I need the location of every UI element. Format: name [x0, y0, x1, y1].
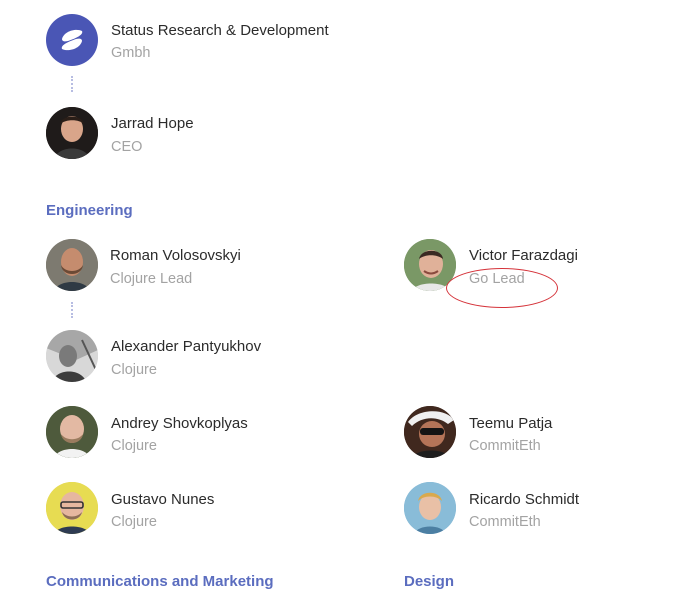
person-role: Clojure Lead [110, 271, 193, 287]
hierarchy-connector [71, 76, 73, 92]
avatar-alexander-pantyukhov[interactable] [46, 330, 98, 382]
section-title-communications: Communications and Marketing [46, 573, 274, 590]
section-title-engineering: Engineering [46, 202, 133, 219]
avatar-teemu-patja[interactable] [404, 406, 456, 458]
person-role: CEO [111, 139, 143, 155]
person-name: Ricardo Schmidt [469, 491, 580, 508]
avatar-gustavo-nunes[interactable] [46, 482, 98, 534]
person-role: Clojure [111, 438, 157, 454]
avatar-ricardo-schmidt[interactable] [404, 482, 456, 534]
person-role: CommitEth [469, 438, 541, 454]
section-title-design: Design [404, 573, 455, 590]
avatar-jarrad-hope[interactable] [46, 107, 98, 159]
status-logo-icon [46, 14, 98, 66]
person-name: Jarrad Hope [111, 115, 194, 132]
person-role: Clojure [111, 362, 157, 378]
person-name: Teemu Patja [469, 415, 553, 432]
person-name: Gustavo Nunes [111, 491, 215, 508]
person-role: Go Lead [469, 271, 525, 287]
person-name: Alexander Pantyukhov [111, 338, 262, 355]
avatar-andrey-shovkoplyas[interactable] [46, 406, 98, 458]
hierarchy-connector [71, 302, 73, 318]
person-name: Andrey Shovkoplyas [111, 415, 248, 432]
company-name: Status Research & Development [111, 22, 329, 39]
person-name: Victor Farazdagi [469, 247, 578, 264]
person-role: Clojure [111, 514, 157, 530]
person-name: Roman Volosovskyi [110, 247, 241, 264]
company-subtitle: Gmbh [111, 45, 151, 61]
avatar-roman-volosovskyi[interactable] [46, 239, 98, 291]
avatar-victor-farazdagi[interactable] [404, 239, 456, 291]
person-role: CommitEth [469, 514, 541, 530]
